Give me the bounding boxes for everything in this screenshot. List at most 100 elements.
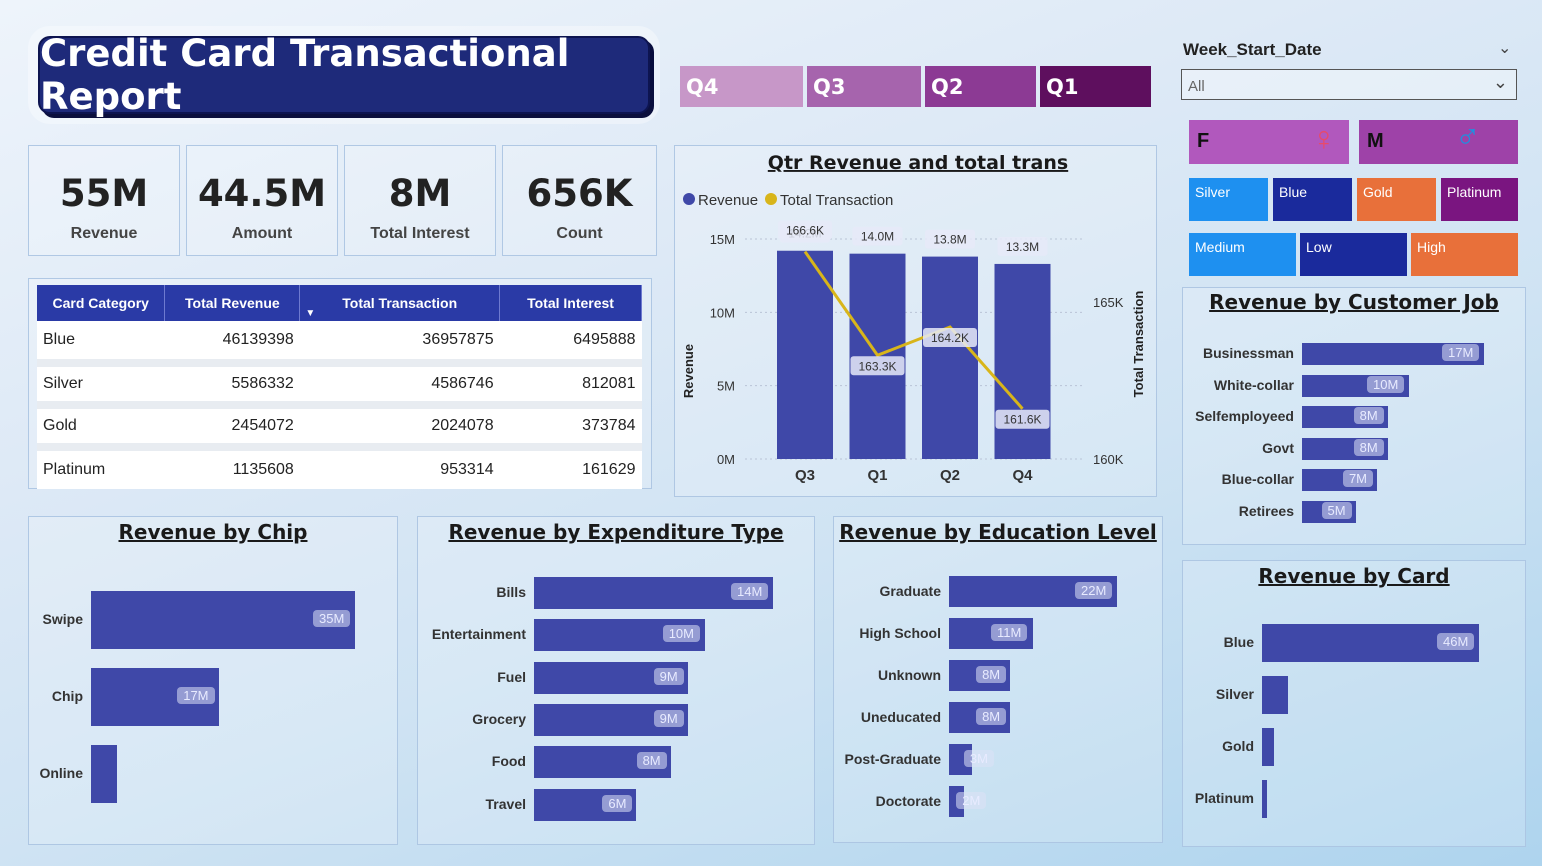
y2-tick-label: 160K (1093, 452, 1124, 467)
column-header-total-revenue[interactable]: Total Revenue ▼ (164, 285, 315, 321)
category-label: Entertainment (431, 626, 526, 643)
column-header-card-category[interactable]: Card Category (37, 285, 166, 321)
data-label: 6M (602, 794, 633, 812)
chart-title: Qtr Revenue and total trans (768, 152, 1068, 174)
transaction-line[interactable] (803, 250, 1024, 410)
category-label: Businessman (1202, 345, 1294, 361)
card-filter-silver[interactable]: Silver (1189, 178, 1268, 221)
quarter-label: Q4 (686, 74, 719, 99)
category-label: Retirees (1238, 502, 1294, 519)
gender-button-m[interactable]: M ♂ (1359, 118, 1518, 164)
legend-transaction-label[interactable]: Total Transaction (780, 192, 893, 209)
legend-revenue-label[interactable]: Revenue (698, 192, 758, 209)
kpi-value: 44.5M (197, 172, 327, 215)
gender-button-f[interactable]: F ♀ (1189, 120, 1349, 164)
table-row[interactable]: Platinum 1135608 953314 161629 (37, 447, 642, 489)
table-row[interactable]: Blue 46139398 36957875 6495888 (37, 321, 642, 367)
table-cell: 6495888 (499, 321, 642, 367)
data-label: 14.0M (861, 230, 894, 244)
quarter-button-q4[interactable]: Q4 (680, 66, 803, 107)
data-label: 8M (1353, 438, 1384, 456)
table-cell: 2454072 (164, 405, 300, 451)
data-label: 17M (177, 687, 215, 704)
y-tick-label: 15M (710, 232, 735, 247)
data-label: 8M (976, 665, 1007, 683)
y-tick-label: 5M (717, 379, 735, 394)
data-label: 164.2K (931, 331, 969, 345)
table-cell: 161629 (499, 447, 642, 489)
kpi-label: Total Interest (370, 225, 470, 242)
column-header-total-transaction[interactable]: Total Transaction (299, 285, 501, 321)
category-label: Bills (496, 584, 526, 600)
category-label: Selfemployeed (1195, 408, 1294, 424)
category-label: Post-Graduate (844, 750, 941, 767)
bar[interactable] (1262, 676, 1289, 714)
category-label: Food (491, 753, 526, 770)
table-cell: 36957875 (299, 321, 500, 367)
legend-revenue-swatch (683, 193, 695, 205)
y-tick-label: 10M (710, 305, 735, 320)
chart-title: Revenue by Education Level (839, 520, 1157, 544)
table-cell: 4586746 (299, 363, 500, 409)
table-cell: 1135608 (164, 447, 300, 489)
data-label: 5M (1321, 501, 1352, 519)
data-label: 22M (1075, 581, 1113, 599)
card-filter-blue[interactable]: Blue (1273, 178, 1352, 221)
card-filter-gold[interactable]: Gold (1357, 178, 1436, 221)
data-label: 8M (636, 752, 667, 770)
kpi-revenue-card: 55M Revenue (28, 145, 180, 256)
quarter-button-q3[interactable]: Q3 (807, 66, 921, 107)
table-cell: Silver (37, 363, 165, 409)
kpi-amount-card: 44.5M Amount (186, 145, 338, 256)
data-label: 7M (1342, 470, 1373, 487)
data-label: 13.8M (933, 233, 966, 247)
category-label: Graduate (879, 582, 941, 599)
quarter-label: Q2 (931, 74, 964, 99)
table-cell: 2024078 (299, 405, 500, 451)
legend-transaction-swatch (765, 193, 777, 205)
table-cell: Platinum (37, 447, 165, 489)
card-filter-label: Platinum (1447, 184, 1502, 200)
quarter-button-q2[interactable]: Q2 (925, 66, 1036, 107)
category-label: Doctorate (875, 792, 941, 809)
level-filter-medium[interactable]: Medium (1189, 233, 1296, 276)
data-label: 14M (731, 583, 769, 600)
quarter-label: Q1 (1046, 74, 1079, 99)
kpi-count-card: 656K Count (502, 145, 657, 256)
table-row[interactable]: Gold 2454072 2024078 373784 (37, 405, 642, 451)
quarter-button-q1[interactable]: Q1 (1040, 66, 1151, 107)
card-filter-platinum[interactable]: Platinum (1441, 178, 1518, 221)
table-cell: 46139398 (164, 321, 300, 367)
level-filter-low[interactable]: Low (1300, 233, 1407, 276)
data-label: 3M (963, 749, 994, 767)
kpi-value: 55M (59, 172, 149, 215)
card-category-table: Card Category Total Revenue ▼ Total Tran… (37, 285, 642, 489)
qtr-revenue-chart: Qtr Revenue and total trans Revenue Tota… (681, 152, 1146, 484)
data-label: 2M (956, 791, 987, 809)
qtr-chart-panel: Qtr Revenue and total trans Revenue Tota… (674, 145, 1157, 497)
category-label: Gold (1222, 738, 1254, 754)
chevron-down-icon: ⌄ (1492, 72, 1508, 92)
data-label: 35M (313, 610, 351, 627)
column-header-total-interest[interactable]: Total Interest (499, 285, 642, 321)
bar[interactable] (994, 263, 1051, 459)
x-tick-label: Q3 (795, 467, 815, 484)
week-slicer-dropdown[interactable]: All ⌄ (1181, 69, 1517, 100)
bar[interactable] (91, 745, 118, 803)
card-filter-label: Silver (1195, 184, 1231, 200)
category-label: High School (859, 624, 941, 641)
slicer-collapse-chevron-icon[interactable]: ⌄ (1498, 38, 1511, 58)
y-tick-label: 0M (717, 452, 735, 467)
bar[interactable] (922, 256, 978, 459)
sort-desc-icon[interactable]: ▼ (305, 308, 315, 319)
table-row[interactable]: Silver 5586332 4586746 812081 (37, 363, 642, 409)
bar[interactable] (1262, 728, 1274, 766)
data-label: 13.3M (1006, 240, 1039, 254)
bar[interactable] (1262, 780, 1268, 818)
kpi-label: Count (556, 225, 603, 242)
data-label: 10M (662, 625, 700, 643)
y2-tick-label: 165K (1093, 295, 1124, 310)
level-filter-high[interactable]: High (1411, 233, 1518, 276)
table-cell: 812081 (499, 363, 642, 409)
card-filter-label: Blue (1279, 184, 1308, 200)
